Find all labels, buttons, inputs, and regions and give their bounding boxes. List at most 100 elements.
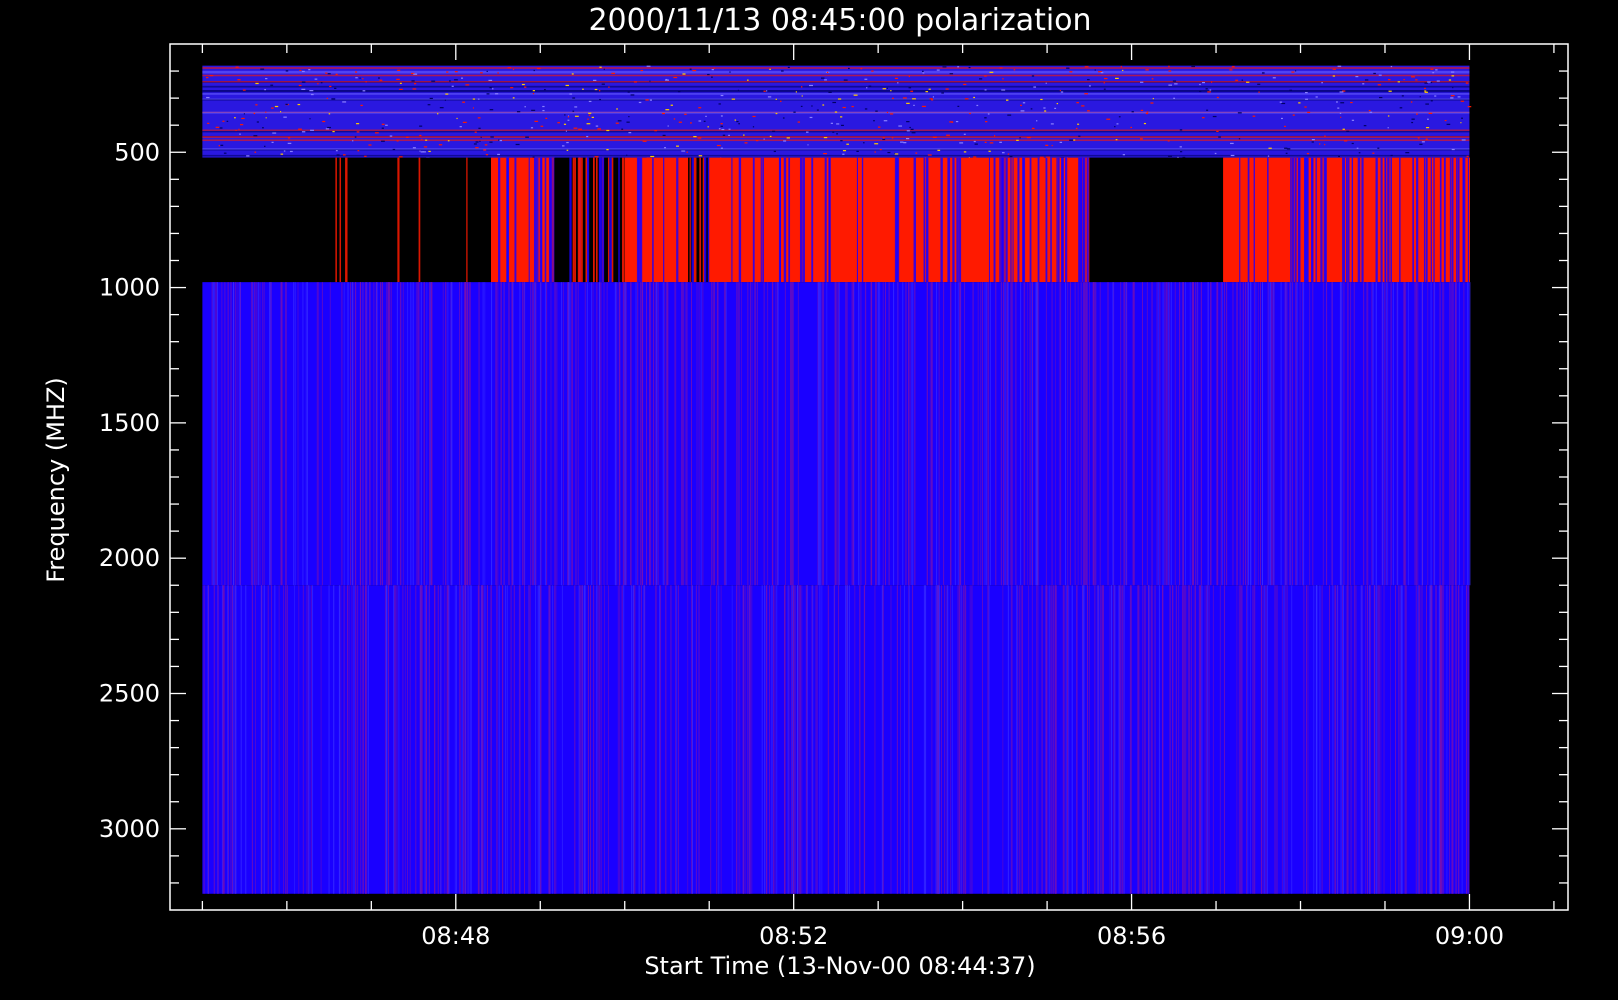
noise-speck [1298, 102, 1301, 104]
stripe [988, 282, 990, 586]
stripe [1114, 585, 1116, 894]
stripe [667, 282, 669, 586]
stripe [593, 157, 595, 283]
noise-speck [670, 104, 673, 106]
noise-speck [902, 97, 907, 99]
stripe [1181, 585, 1183, 894]
noise-speck [763, 90, 766, 92]
noise-speck [420, 151, 424, 153]
stripe [815, 585, 817, 894]
noise-speck [1202, 117, 1205, 119]
stripe [724, 282, 726, 586]
stripe [602, 157, 605, 283]
stripe [365, 282, 367, 586]
stripe [535, 585, 537, 894]
segment-mixed [688, 157, 710, 283]
stripe [905, 282, 907, 586]
noise-speck [900, 141, 904, 143]
noise-speck [532, 93, 535, 95]
noise-speck [963, 133, 966, 135]
stripe [783, 157, 787, 283]
stripe [216, 282, 218, 586]
stripe [407, 282, 409, 586]
stripe [1200, 282, 1202, 586]
stripe [498, 157, 501, 283]
stripe [834, 585, 836, 894]
stripe [744, 585, 746, 894]
stripe [1267, 282, 1269, 586]
stripe [1158, 585, 1160, 894]
stripe [655, 585, 657, 894]
stripe [1430, 157, 1432, 283]
stripe [402, 282, 404, 586]
stripe [1423, 157, 1426, 283]
noise-speck [439, 107, 444, 109]
noise-speck [1332, 75, 1336, 77]
noise-speck [692, 69, 697, 72]
stripe [237, 282, 239, 586]
stripe [1384, 282, 1386, 586]
stripe [366, 282, 368, 586]
stripe [947, 585, 949, 894]
stripe [1335, 585, 1337, 894]
stripe [977, 282, 979, 586]
noise-speck [571, 73, 574, 75]
stripe [1289, 282, 1291, 586]
stripe [742, 585, 744, 894]
stripe [367, 585, 369, 894]
noise-speck [772, 130, 776, 132]
stripe [816, 585, 818, 894]
stripe [662, 282, 664, 586]
stripe [987, 585, 989, 894]
stripe [766, 585, 768, 894]
noise-speck [1369, 111, 1373, 113]
stripe [864, 585, 866, 894]
segment-none [1089, 157, 1224, 283]
noise-speck [957, 66, 960, 68]
stripe [524, 585, 526, 894]
noise-speck [1280, 117, 1283, 120]
noise-line [202, 130, 1470, 133]
stripe [623, 282, 625, 586]
stripe [694, 157, 697, 283]
stripe [1397, 585, 1399, 894]
noise-speck [678, 121, 682, 123]
noise-speck [352, 140, 354, 142]
noise-speck [775, 98, 777, 100]
stripe [958, 157, 962, 283]
noise-speck [984, 141, 987, 143]
noise-speck [332, 130, 335, 133]
noise-speck [824, 79, 827, 81]
stripe [646, 282, 648, 586]
stripe [735, 585, 737, 894]
stripe [317, 282, 319, 586]
stripe [1169, 282, 1171, 586]
stripe [397, 157, 400, 283]
stripe [964, 282, 966, 586]
stripe [306, 585, 308, 894]
noise-speck [985, 121, 988, 123]
stripe [495, 282, 497, 586]
noise-speck [478, 127, 481, 129]
noise-speck [1087, 110, 1090, 112]
stripe [1315, 585, 1317, 894]
stripe [1290, 282, 1292, 586]
noise-speck [673, 76, 678, 79]
noise-speck [698, 155, 703, 157]
stripe [1266, 585, 1268, 894]
stripe [1086, 282, 1088, 586]
stripe [1239, 157, 1241, 283]
stripe [965, 585, 967, 894]
noise-speck [968, 66, 971, 69]
noise-speck [1315, 96, 1318, 98]
noise-speck [882, 137, 885, 139]
noise-speck [1362, 83, 1365, 85]
stripe [254, 282, 256, 586]
noise-speck [673, 118, 676, 120]
stripe [828, 157, 831, 283]
stripe [1430, 282, 1432, 586]
noise-speck [1466, 155, 1469, 157]
band-fill [202, 585, 1470, 894]
stripe [1273, 282, 1275, 586]
stripe [1000, 282, 1002, 586]
